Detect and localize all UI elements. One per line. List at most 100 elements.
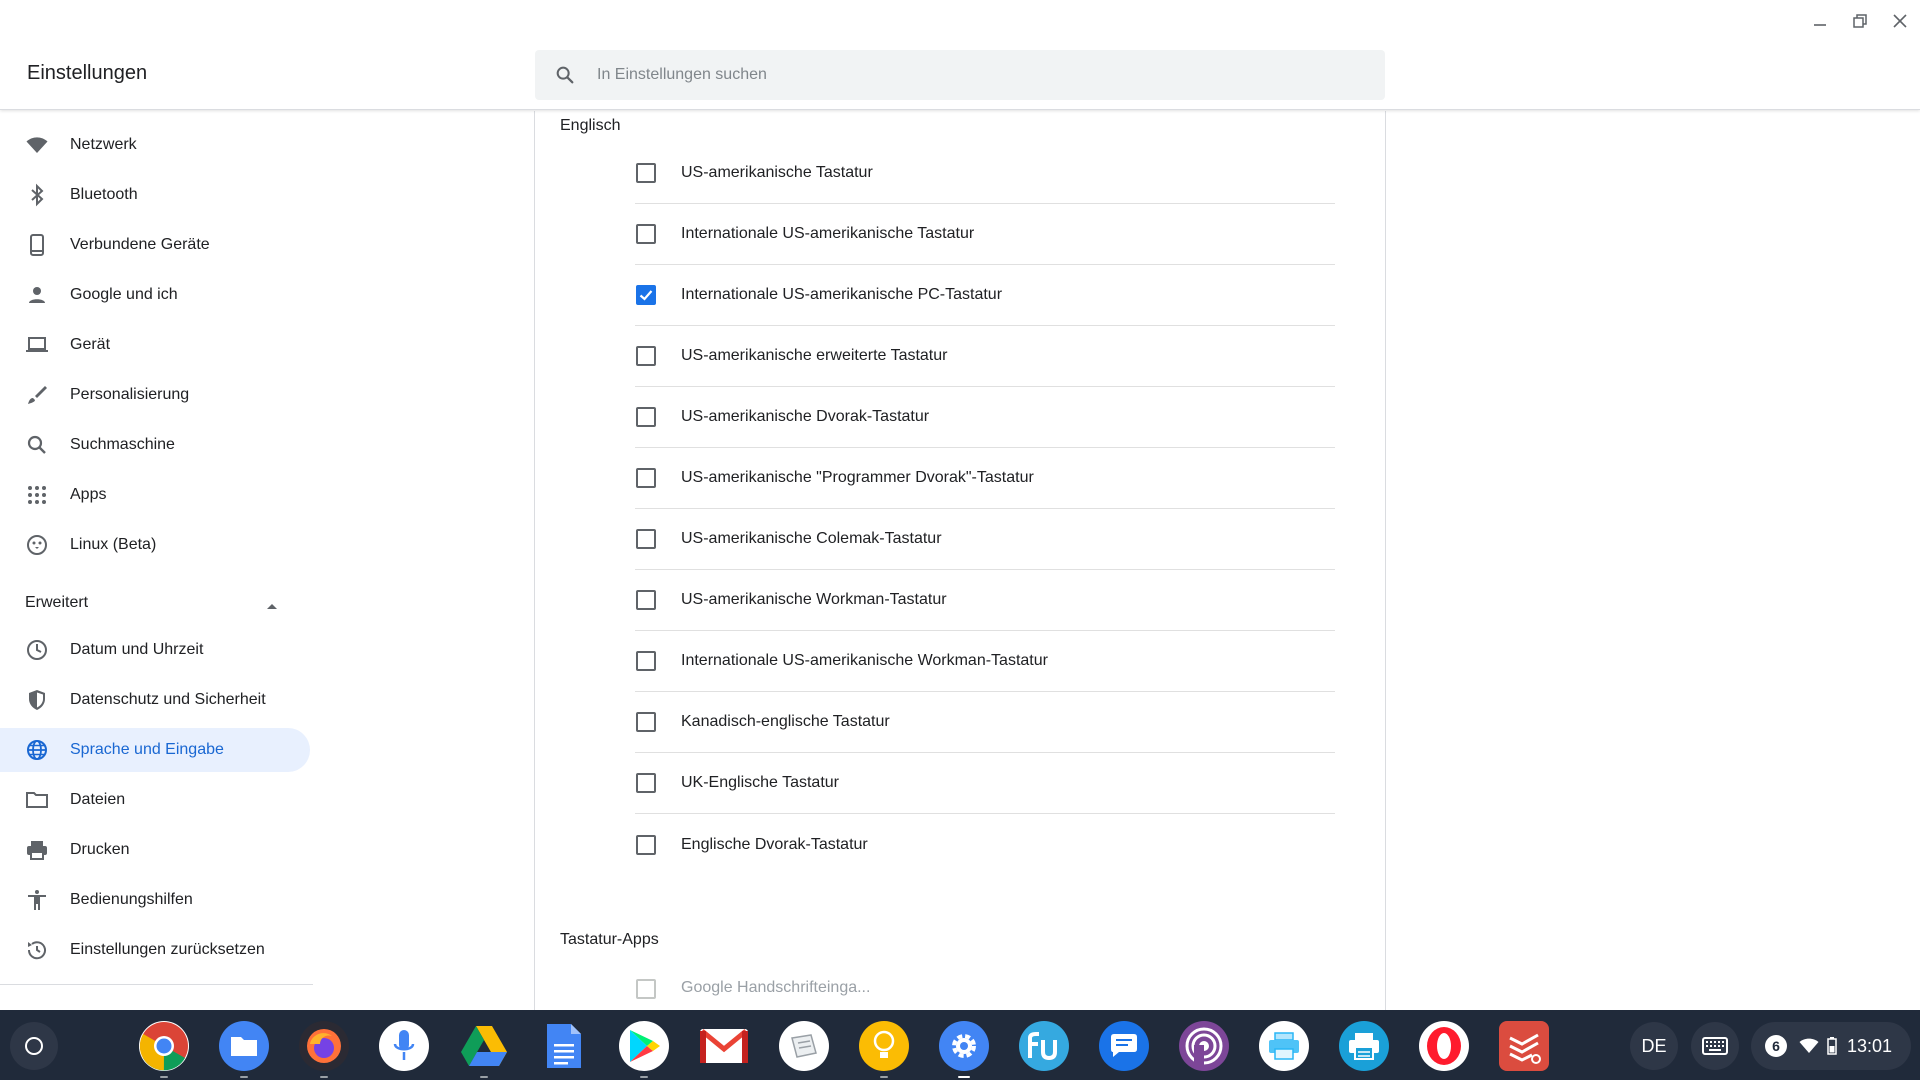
tor-app-icon[interactable]	[1179, 1021, 1229, 1071]
sidebar-item-verbundene-geraete[interactable]: Verbundene Geräte	[0, 223, 310, 267]
running-indicator-active	[958, 1076, 970, 1078]
todoist-app-icon[interactable]	[1499, 1021, 1549, 1071]
advanced-section-label: Erweitert	[25, 594, 89, 611]
sidebar-item-bedienungshilfen[interactable]: Bedienungshilfen	[0, 878, 310, 922]
shield-icon	[25, 688, 49, 712]
play-store-app-icon[interactable]	[619, 1021, 669, 1078]
checkbox[interactable]	[636, 773, 656, 793]
sidebar-item-personalisierung[interactable]: Personalisierung	[0, 373, 310, 417]
shelf: DE 6 13:01	[0, 1010, 1920, 1080]
checkbox[interactable]	[636, 224, 656, 244]
checkbox[interactable]	[636, 346, 656, 366]
docs-app-icon[interactable]	[539, 1021, 589, 1071]
settings-app-icon[interactable]	[939, 1021, 989, 1078]
chrome-app-icon[interactable]	[139, 1021, 189, 1078]
advanced-section-toggle[interactable]: Erweitert	[0, 583, 300, 623]
phone-icon	[25, 233, 49, 257]
laptop-icon	[25, 333, 49, 357]
sidebar-item-datenschutz[interactable]: Datenschutz und Sicherheit	[0, 678, 310, 722]
search-field[interactable]	[535, 50, 1385, 100]
search-icon	[25, 433, 49, 457]
sidebar-item-label: Personalisierung	[70, 386, 190, 403]
keyboard-option-label: UK-Englische Tastatur	[681, 774, 839, 791]
keep-app-icon[interactable]	[859, 1021, 909, 1078]
person-icon	[25, 283, 49, 307]
sidebar-item-linux-beta[interactable]: Linux (Beta)	[0, 523, 310, 567]
keyboard-option-label: US-amerikanische erweiterte Tastatur	[681, 347, 948, 364]
brush-icon	[25, 383, 49, 407]
sidebar-item-geraet[interactable]: Gerät	[0, 323, 310, 367]
assistant-mic-app-icon[interactable]	[379, 1021, 429, 1071]
fu-app-icon[interactable]	[1019, 1021, 1069, 1071]
keyboard-option-row[interactable]: US-amerikanische Tastatur	[635, 143, 1335, 204]
keyboard-option-row[interactable]: Internationale US-amerikanische Workman-…	[635, 631, 1335, 692]
checkbox-checked[interactable]	[636, 285, 656, 305]
sidebar-item-label: Gerät	[70, 336, 111, 353]
keyboard-icon	[1702, 1037, 1728, 1055]
keyboard-option-row[interactable]: Internationale US-amerikanische PC-Tasta…	[635, 265, 1335, 326]
printer-app-icon[interactable]	[1339, 1021, 1389, 1071]
gmail-app-icon[interactable]	[699, 1021, 749, 1071]
checkbox[interactable]	[636, 712, 656, 732]
checkbox[interactable]	[636, 468, 656, 488]
keyboard-option-row[interactable]: UK-Englische Tastatur	[635, 753, 1335, 814]
sidebar-item-netzwerk[interactable]: Netzwerk	[0, 123, 310, 167]
ime-menu-button[interactable]: DE	[1630, 1022, 1678, 1070]
sidebar-item-bluetooth[interactable]: Bluetooth	[0, 173, 310, 217]
virtual-keyboard-button[interactable]	[1691, 1022, 1739, 1070]
notes-app-icon[interactable]	[779, 1021, 829, 1071]
sidebar-item-datum-und-uhrzeit[interactable]: Datum und Uhrzeit	[0, 628, 310, 672]
folder-icon	[25, 788, 49, 812]
keyboard-option-row[interactable]: Kanadisch-englische Tastatur	[635, 692, 1335, 753]
sidebar-item-sprache-und-eingabe[interactable]: Sprache und Eingabe	[0, 728, 310, 772]
sidebar-item-drucken[interactable]: Drucken	[0, 828, 310, 872]
checkbox[interactable]	[636, 529, 656, 549]
close-button[interactable]	[1880, 8, 1920, 34]
keyboard-option-row[interactable]: US-amerikanische Colemak-Tastatur	[635, 509, 1335, 570]
app-header: Einstellungen	[0, 0, 1920, 110]
firefox-app-icon[interactable]	[299, 1021, 349, 1078]
checkbox[interactable]	[636, 651, 656, 671]
keyboard-option-label: Englische Dvorak-Tastatur	[681, 835, 868, 853]
sidebar-item-zuruecksetzen[interactable]: Einstellungen zurücksetzen	[0, 928, 310, 972]
page-title: Einstellungen	[27, 62, 148, 84]
sidebar-item-label: Datenschutz und Sicherheit	[70, 691, 266, 708]
keyboard-option-row[interactable]: US-amerikanische Workman-Tastatur	[635, 570, 1335, 631]
bluetooth-icon	[25, 183, 49, 207]
checkbox[interactable]	[636, 163, 656, 183]
sidebar-item-suchmaschine[interactable]: Suchmaschine	[0, 423, 310, 467]
sidebar-item-google-und-ich[interactable]: Google und ich	[0, 273, 310, 317]
minimize-button[interactable]	[1800, 8, 1840, 34]
sidebar-item-label: Sprache und Eingabe	[70, 741, 224, 758]
keyboard-option-label: US-amerikanische Dvorak-Tastatur	[681, 408, 930, 425]
maximize-button[interactable]	[1840, 8, 1880, 34]
checkbox[interactable]	[636, 407, 656, 427]
keyboard-option-row[interactable]: US-amerikanische Dvorak-Tastatur	[635, 387, 1335, 448]
restore-icon	[1853, 14, 1867, 28]
sidebar-item-apps[interactable]: Apps	[0, 473, 310, 517]
keyboard-app-row: Google Handschrifteinga...	[635, 967, 1335, 1011]
running-indicator	[480, 1076, 488, 1078]
checkbox[interactable]	[636, 590, 656, 610]
keyboard-option-label: US-amerikanische Tastatur	[681, 164, 873, 181]
sidebar-item-dateien[interactable]: Dateien	[0, 778, 310, 822]
messages-app-icon[interactable]	[1099, 1021, 1149, 1071]
running-indicator	[880, 1076, 888, 1078]
print-app-icon[interactable]	[1259, 1021, 1309, 1071]
keyboard-option-row[interactable]: Internationale US-amerikanische Tastatur	[635, 204, 1335, 265]
window-controls	[1800, 8, 1920, 34]
opera-app-icon[interactable]	[1419, 1021, 1469, 1071]
keyboard-option-label: US-amerikanische Workman-Tastatur	[681, 591, 947, 608]
keyboard-option-row[interactable]: US-amerikanische erweiterte Tastatur	[635, 326, 1335, 387]
search-input[interactable]	[597, 66, 1297, 84]
checkbox[interactable]	[636, 834, 656, 855]
keyboard-option-label: Internationale US-amerikanische PC-Tasta…	[681, 286, 1003, 303]
launcher-button[interactable]	[10, 1022, 58, 1070]
drive-app-icon[interactable]	[459, 1021, 509, 1078]
keyboard-option-row[interactable]: Englische Dvorak-Tastatur	[635, 814, 1335, 875]
status-area-button[interactable]: 6 13:01	[1751, 1022, 1911, 1070]
reset-icon	[25, 938, 49, 962]
sidebar-item-label: Suchmaschine	[70, 436, 175, 453]
keyboard-option-row[interactable]: US-amerikanische "Programmer Dvorak"-Tas…	[635, 448, 1335, 509]
files-app-icon[interactable]	[219, 1021, 269, 1078]
